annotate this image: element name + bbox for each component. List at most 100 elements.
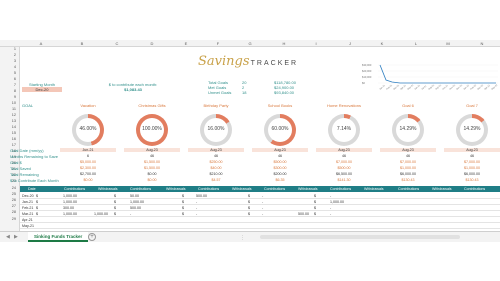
- row-header-1[interactable]: 1: [14, 47, 16, 51]
- add-sheet-icon[interactable]: +: [88, 233, 96, 241]
- ledger-cell[interactable]: -: [130, 212, 131, 216]
- goal-months-7[interactable]: 46: [444, 154, 500, 158]
- column-header-d[interactable]: D: [148, 41, 156, 46]
- row-header-12[interactable]: 12: [12, 113, 16, 117]
- goal-goal-4[interactable]: $500.00: [252, 160, 308, 164]
- row-header-8[interactable]: 8: [14, 89, 16, 93]
- goal-monthly-5[interactable]: $141.30: [316, 178, 372, 182]
- ledger-cell[interactable]: 500.00: [298, 212, 309, 216]
- ledger-cell[interactable]: $: [114, 212, 116, 216]
- goal-name-6[interactable]: Goal 6: [380, 103, 436, 108]
- goal-monthly-7[interactable]: $130.43: [444, 178, 500, 182]
- goal-goal-2[interactable]: $1,500.00: [124, 160, 180, 164]
- row-header-28[interactable]: 28: [12, 210, 16, 214]
- row-header-7[interactable]: 7: [14, 83, 16, 87]
- goal-goal-7[interactable]: $7,000.00: [444, 160, 500, 164]
- ledger-cell[interactable]: $: [314, 206, 316, 210]
- ledger-cell[interactable]: 1,000.00: [63, 212, 77, 216]
- goal-date-5[interactable]: Aug-23: [316, 148, 372, 152]
- goal-remaining-3[interactable]: $210.00: [188, 172, 244, 176]
- goal-months-3[interactable]: 46: [188, 154, 244, 158]
- ledger-cell[interactable]: 1,000.00: [94, 212, 108, 216]
- goal-months-4[interactable]: 46: [252, 154, 308, 158]
- ledger-row[interactable]: May-21: [20, 223, 500, 229]
- goal-name-5[interactable]: Home Renovations: [316, 103, 372, 108]
- column-header-h[interactable]: H: [280, 41, 288, 46]
- column-header-b[interactable]: B: [78, 41, 86, 46]
- goal-months-2[interactable]: 46: [124, 154, 180, 158]
- ledger-cell[interactable]: -: [262, 200, 263, 204]
- ledger-cell[interactable]: -: [330, 212, 331, 216]
- row-header-4[interactable]: 4: [14, 65, 16, 69]
- tab-scroll-right-icon[interactable]: ▶: [14, 234, 18, 240]
- row-header-29[interactable]: 29: [12, 217, 16, 221]
- ledger-cell[interactable]: 500.00: [196, 194, 207, 198]
- goal-months-5[interactable]: 46: [316, 154, 372, 158]
- ledger-cell[interactable]: $: [182, 200, 184, 204]
- column-header-c[interactable]: C: [113, 41, 121, 46]
- ledger-cell[interactable]: $: [248, 200, 250, 204]
- ledger-cell[interactable]: $: [36, 212, 38, 216]
- goal-goal-6[interactable]: $7,000.00: [380, 160, 436, 164]
- goal-remaining-7[interactable]: $6,000.00: [444, 172, 500, 176]
- sheet-tab-sinking-funds[interactable]: Sinking Funds Tracker: [28, 232, 89, 242]
- ledger-date[interactable]: May-21: [22, 224, 34, 228]
- goal-monthly-3[interactable]: $4.57: [188, 178, 244, 182]
- ledger-cell[interactable]: $: [182, 206, 184, 210]
- goal-remaining-4[interactable]: $200.00: [252, 172, 308, 176]
- ledger-cell[interactable]: -: [262, 194, 263, 198]
- ledger-cell[interactable]: $: [248, 206, 250, 210]
- row-header-15[interactable]: 15: [12, 131, 16, 135]
- goal-saved-4[interactable]: $300.00: [252, 166, 308, 170]
- goal-date-3[interactable]: Aug-23: [188, 148, 244, 152]
- goal-saved-1[interactable]: $2,300.00: [60, 166, 116, 170]
- ledger-cell[interactable]: $: [114, 194, 116, 198]
- goal-remaining-1[interactable]: $2,700.00: [60, 172, 116, 176]
- ledger-cell[interactable]: -: [196, 200, 197, 204]
- ledger-cell[interactable]: -: [330, 206, 331, 210]
- ledger-cell[interactable]: $: [182, 194, 184, 198]
- ledger-cell[interactable]: 1,000.00: [63, 194, 77, 198]
- ledger-cell[interactable]: $: [314, 212, 316, 216]
- goal-name-3[interactable]: Birthday Party: [188, 103, 244, 108]
- row-header-6[interactable]: 6: [14, 77, 16, 81]
- ledger-cell[interactable]: $: [248, 212, 250, 216]
- ledger-cell[interactable]: $: [114, 206, 116, 210]
- goal-months-6[interactable]: 46: [380, 154, 436, 158]
- ledger-cell[interactable]: $: [36, 206, 38, 210]
- ledger-cell[interactable]: 50.00: [130, 194, 139, 198]
- ledger-cell[interactable]: $: [314, 194, 316, 198]
- row-header-9[interactable]: 9: [14, 95, 16, 99]
- ledger-cell[interactable]: $: [36, 200, 38, 204]
- row-header-11[interactable]: 11: [12, 107, 16, 111]
- goal-saved-3[interactable]: $40.00: [188, 166, 244, 170]
- goal-name-2[interactable]: Christmas Gifts: [124, 103, 180, 108]
- column-header-a[interactable]: A: [37, 41, 45, 46]
- savings-line-chart[interactable]: $30,000 $20,000 $10,000 $0 Jan-21 Feb-21 Mar-2…: [362, 62, 500, 92]
- goal-monthly-6[interactable]: $130.43: [380, 178, 436, 182]
- goal-saved-6[interactable]: $1,000.00: [380, 166, 436, 170]
- horizontal-scrollbar[interactable]: [260, 235, 460, 239]
- row-header-14[interactable]: 14: [12, 125, 16, 129]
- ledger-cell[interactable]: $: [314, 200, 316, 204]
- scroll-handle-icon[interactable]: ⋮: [240, 235, 245, 241]
- row-header-16[interactable]: 16: [12, 137, 16, 141]
- ledger-cell[interactable]: -: [330, 194, 331, 198]
- column-header-f[interactable]: F: [214, 41, 222, 46]
- goal-name-4[interactable]: School Books: [252, 103, 308, 108]
- goal-monthly-2[interactable]: $0.00: [124, 178, 180, 182]
- row-header-3[interactable]: 3: [14, 59, 16, 63]
- row-header-5[interactable]: 5: [14, 71, 16, 75]
- goal-date-2[interactable]: Aug-23: [124, 148, 180, 152]
- column-header-e[interactable]: E: [182, 41, 190, 46]
- goal-goal-3[interactable]: $250.00: [188, 160, 244, 164]
- row-header-17[interactable]: 17: [12, 143, 16, 147]
- goal-date-7[interactable]: Aug-23: [444, 148, 500, 152]
- column-header-m[interactable]: M: [444, 41, 452, 46]
- row-header-2[interactable]: 2: [14, 53, 16, 57]
- ledger-cell[interactable]: 500.00: [130, 206, 141, 210]
- ledger-cell[interactable]: $: [248, 194, 250, 198]
- ledger-date[interactable]: Mar-21: [22, 212, 33, 216]
- column-header-n[interactable]: N: [478, 41, 486, 46]
- tab-scroll-left-icon[interactable]: ◀: [6, 234, 10, 240]
